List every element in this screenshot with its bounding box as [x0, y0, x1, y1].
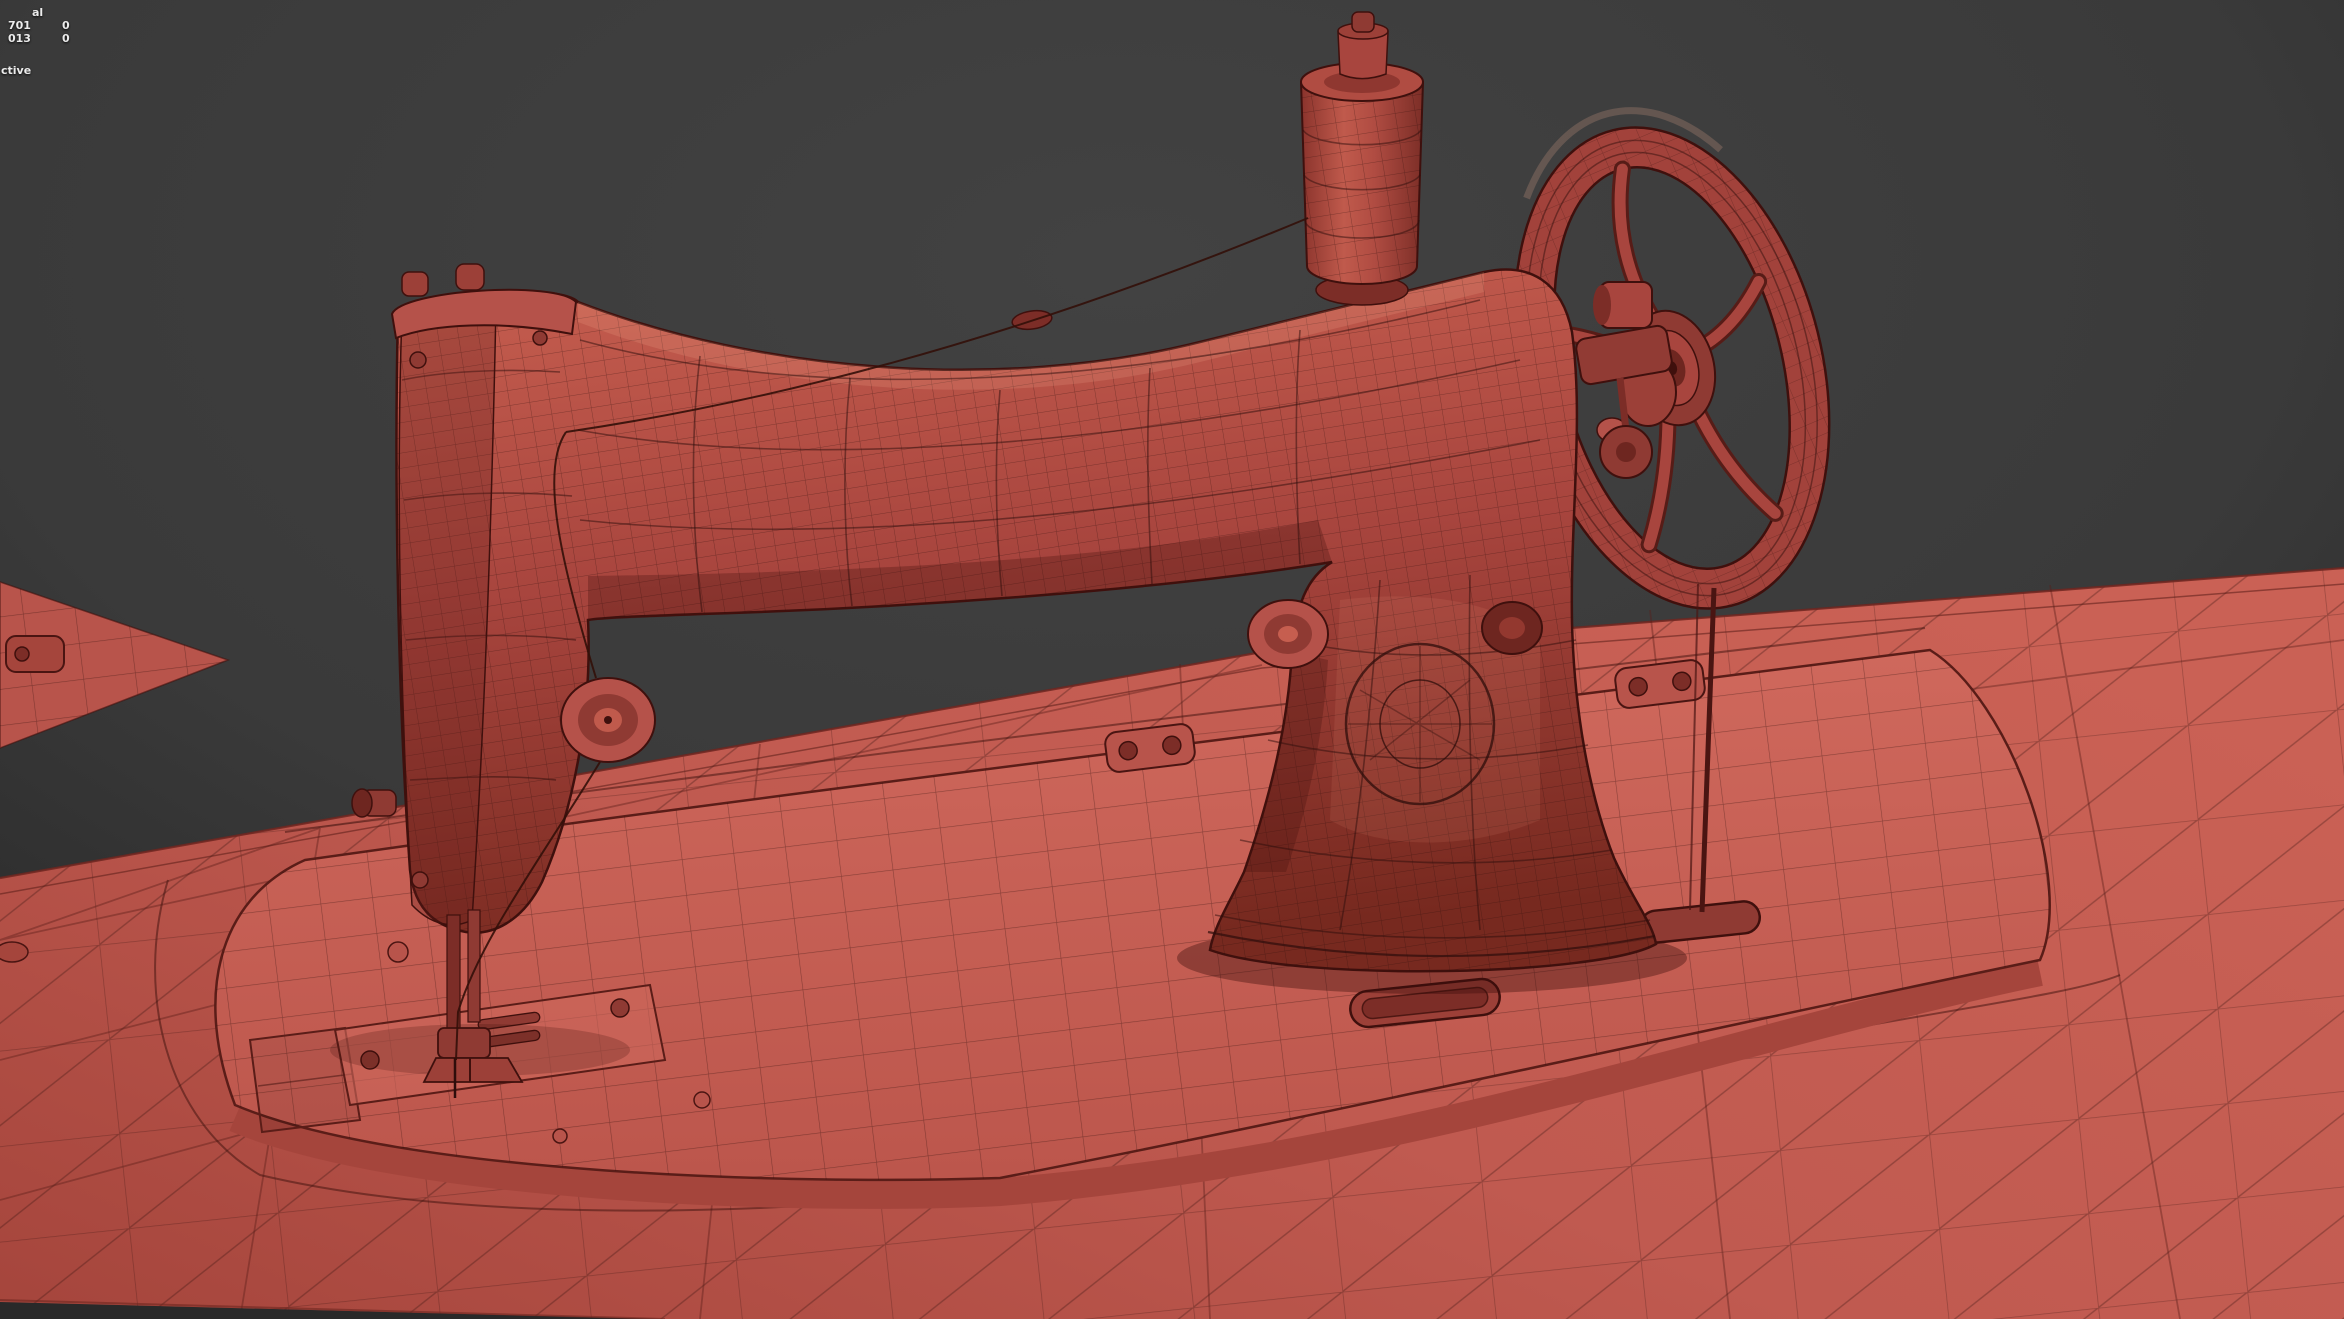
3d-viewport-canvas[interactable] — [0, 0, 2344, 1319]
presser-bar — [467, 909, 481, 1023]
pillar-inspection-plate — [1344, 642, 1496, 806]
faceplate-thumb-screw[interactable] — [351, 788, 397, 818]
presser-foot — [422, 1057, 524, 1083]
hinge-pin — [14, 646, 30, 662]
thread-guide-post — [455, 263, 485, 291]
3d-viewport[interactable]: al 701 0 013 0 ctive — [0, 0, 2344, 1319]
table-edge-fitting — [0, 941, 29, 963]
thread-guide-post — [401, 271, 429, 297]
stop-motion-knob[interactable] — [1481, 601, 1543, 655]
spool-wireframe — [1301, 73, 1423, 284]
presser-knob[interactable] — [1247, 599, 1329, 669]
needle-clamp — [437, 1027, 491, 1059]
tension-dial[interactable] — [560, 677, 656, 763]
spool-pin-top — [1351, 11, 1375, 33]
